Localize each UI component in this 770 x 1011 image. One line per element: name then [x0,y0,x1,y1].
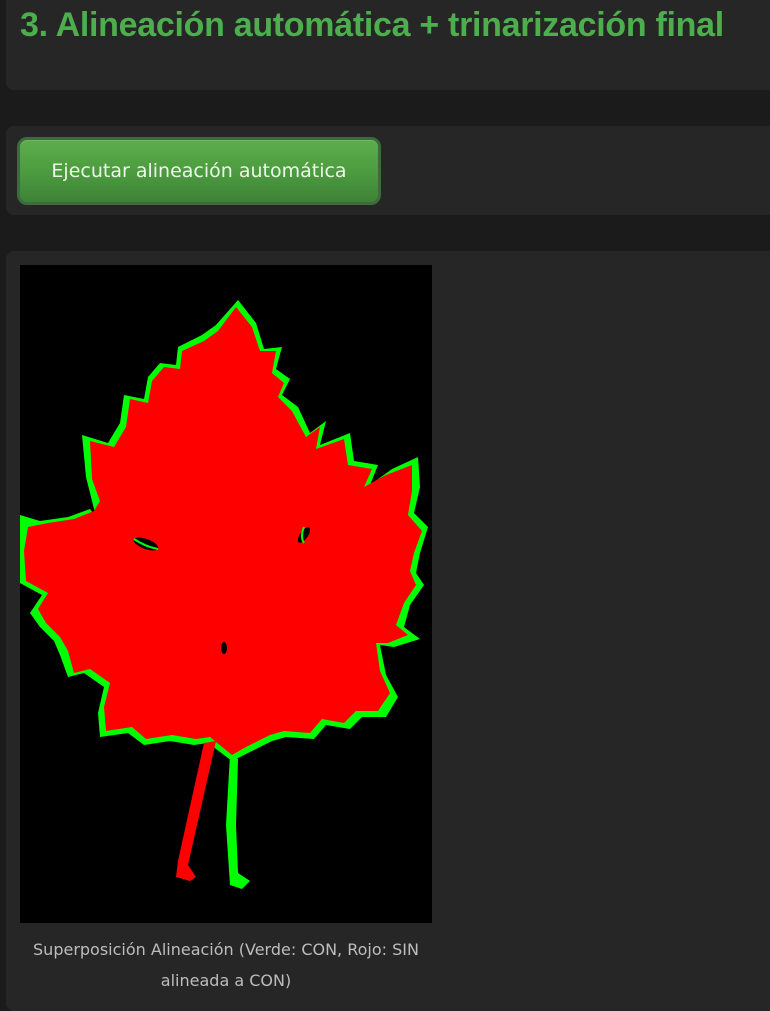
overlay-caption: Superposición Alineación (Verde: CON, Ro… [33,940,419,990]
leaf-overlay-graphic [20,265,432,923]
alignment-overlay-image [20,265,432,923]
leaf-hole [221,642,227,654]
section-title: 3. Alineación automática + trinarización… [20,6,724,44]
run-alignment-button[interactable]: Ejecutar alineación automática [17,137,381,205]
